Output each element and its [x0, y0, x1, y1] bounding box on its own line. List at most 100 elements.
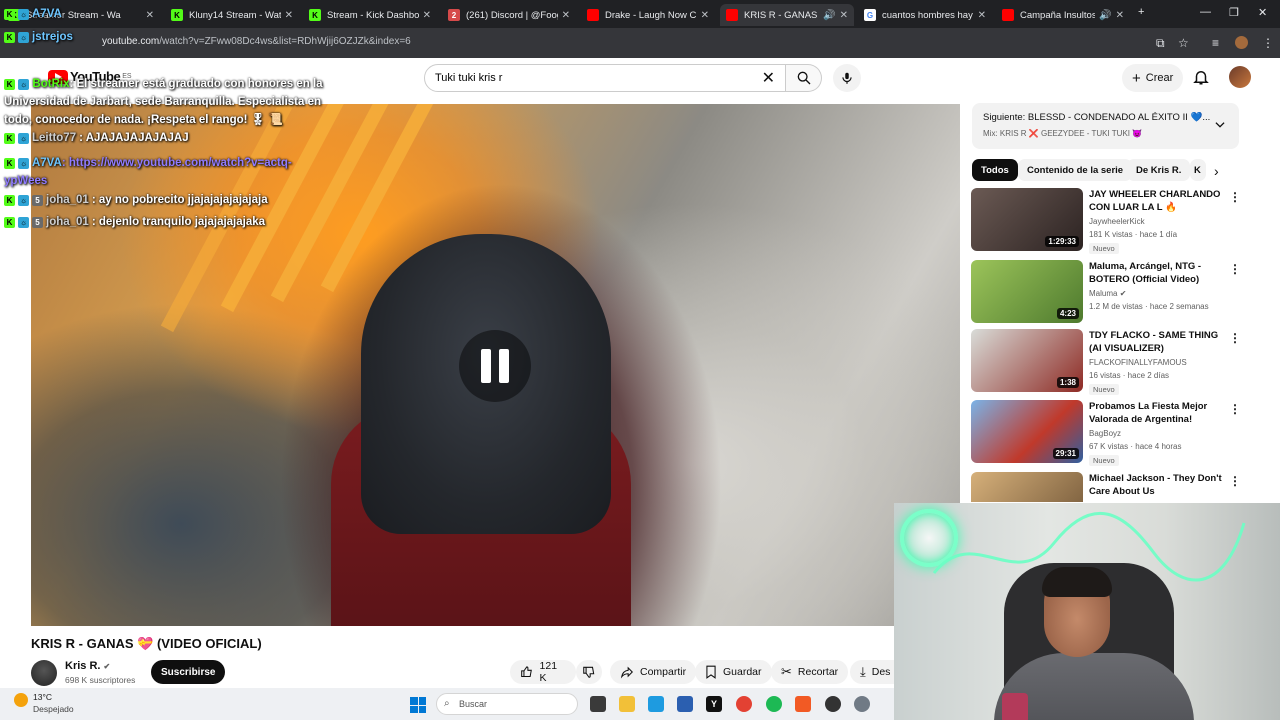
menu-dots-icon[interactable]: ⋮	[1262, 36, 1274, 50]
chevron-right-icon[interactable]: ›	[1214, 163, 1219, 179]
close-tab-icon[interactable]: ✕	[146, 10, 154, 21]
edge-icon[interactable]	[648, 696, 664, 712]
save-button[interactable]: Guardar	[695, 660, 772, 684]
new-badge: Nuevo	[1089, 384, 1119, 395]
chip-todos[interactable]: Todos	[972, 159, 1018, 181]
close-window-icon[interactable]: ✕	[1258, 6, 1267, 19]
new-tab-icon[interactable]: +	[1138, 6, 1144, 18]
download-label: Des	[871, 666, 891, 678]
browser-tab[interactable]: Campaña Insultos - Y 🔊 ✕	[996, 4, 1130, 26]
taskbar-search-placeholder: Buscar	[459, 699, 488, 709]
voice-search-button[interactable]	[833, 64, 861, 92]
clear-search-icon[interactable]: ✕	[762, 68, 775, 88]
more-options-icon[interactable]: ⋮	[1229, 402, 1241, 416]
video-meta: 1.2 M de vistas · hace 2 semanas	[1089, 302, 1209, 311]
next-video-title: Siguiente: BLESSD - CONDENADO AL ÉXITO I…	[983, 112, 1211, 123]
maximize-icon[interactable]: ❐	[1229, 6, 1239, 19]
recommended-video[interactable]: Michael Jackson - They Don't Care About …	[971, 472, 1241, 502]
pause-button[interactable]	[459, 330, 531, 402]
video-thumbnail[interactable]: 4:23	[971, 260, 1083, 323]
close-tab-icon[interactable]: ✕	[978, 10, 986, 21]
dislike-button[interactable]	[576, 660, 602, 684]
browser-tab-bar: K Streamer Stream - Wa ✕ K Kluny14 Strea…	[0, 0, 1280, 28]
recommended-video[interactable]: 1:38 TDY FLACKO - SAME THING (AI VISUALI…	[971, 329, 1241, 395]
recommended-video[interactable]: 4:23 Maluma, Arcángel, NTG - BOTERO (Off…	[971, 260, 1241, 324]
close-tab-icon[interactable]: ✕	[285, 10, 293, 21]
video-channel[interactable]: BagBoyz	[1089, 429, 1121, 438]
create-button[interactable]: + Crear	[1122, 64, 1184, 92]
bookmark-star-icon[interactable]: ☆	[1178, 36, 1189, 50]
video-thumbnail[interactable]: 1:38	[971, 329, 1083, 392]
search-input[interactable]	[435, 72, 756, 84]
video-channel[interactable]: JaywheelerKick	[1089, 217, 1145, 226]
video-title[interactable]: JAY WHEELER CHARLANDO CON LUAR LA L 🔥 CO…	[1089, 188, 1225, 215]
chip-series-content[interactable]: Contenido de la serie	[1018, 159, 1133, 181]
taskbar-search[interactable]: ⌕ Buscar	[436, 693, 578, 715]
recommended-video[interactable]: 29:31 Probamos La Fiesta Mejor Valorada …	[971, 400, 1241, 466]
browser-tab[interactable]: 2 (261) Discord | @Fooger ✕	[442, 4, 576, 26]
obs-icon[interactable]	[825, 696, 841, 712]
download-button[interactable]: ⤓ Des	[850, 660, 901, 684]
browser-tab[interactable]: Drake - Laugh Now Cry L ✕	[581, 4, 715, 26]
notifications-button[interactable]	[1192, 68, 1210, 91]
settings-gear-icon[interactable]	[854, 696, 870, 712]
chat-message: K ☼ Leitto77 : AJAJAJAJAJAJAJ	[4, 132, 189, 144]
close-tab-icon[interactable]: ✕	[1116, 10, 1124, 21]
more-options-icon[interactable]: ⋮	[1229, 190, 1241, 204]
video-title[interactable]: TDY FLACKO - SAME THING (AI VISUALIZER)	[1089, 329, 1225, 355]
url-field[interactable]: youtube.com/watch?v=ZFww08Dc4ws&list=RDh…	[102, 36, 411, 47]
chat-message: K ☼ jstrejos	[4, 31, 73, 43]
chrome-icon[interactable]	[736, 696, 752, 712]
browser-tab[interactable]: G cuantos hombres hay en ✕	[858, 4, 992, 26]
channel-avatar[interactable]	[31, 660, 57, 686]
spotify-icon[interactable]	[766, 696, 782, 712]
reading-list-icon[interactable]: ≡	[1212, 36, 1219, 50]
video-title[interactable]: Maluma, Arcángel, NTG - BOTERO (Official…	[1089, 260, 1225, 286]
minimize-icon[interactable]: —	[1200, 6, 1211, 18]
url-path: /watch?v=ZFww08Dc4ws&list=RDhWjij6OZJZk&…	[159, 36, 411, 47]
cast-icon[interactable]: ⧉	[1156, 36, 1165, 51]
more-options-icon[interactable]: ⋮	[1229, 474, 1241, 488]
windows-start-icon[interactable]	[410, 697, 426, 713]
account-avatar[interactable]	[1229, 66, 1251, 88]
video-thumbnail[interactable]: 1:29:33	[971, 188, 1083, 251]
share-button[interactable]: Compartir	[610, 660, 697, 684]
channel-name[interactable]: Kris R. ✔	[65, 660, 110, 672]
video-title: KRIS R - GANAS 💝 (VIDEO OFICIAL)	[31, 636, 262, 651]
close-tab-icon[interactable]: ✕	[701, 10, 709, 21]
close-tab-icon[interactable]: ✕	[423, 10, 431, 21]
weather-moon-icon[interactable]	[14, 693, 28, 707]
video-thumbnail[interactable]: 29:31	[971, 400, 1083, 463]
browser-tab[interactable]: K Kluny14 Stream - Watch L ✕	[165, 4, 299, 26]
app-y-icon[interactable]: Y	[706, 696, 722, 712]
more-options-icon[interactable]: ⋮	[1229, 331, 1241, 345]
save-label: Guardar	[723, 666, 762, 678]
browser-tab[interactable]: K Stream - Kick Dashboard ✕	[303, 4, 437, 26]
close-tab-icon[interactable]: ✕	[840, 10, 848, 21]
video-channel[interactable]: FLACKOFINALLYFAMOUS	[1089, 358, 1187, 367]
chip-from-channel[interactable]: De Kris R.	[1127, 159, 1191, 181]
chat-text: : dejenlo tranquilo jajajajajajaka	[91, 216, 266, 228]
video-channel[interactable]: Maluma ✔	[1089, 289, 1126, 298]
profile-avatar-icon[interactable]	[1235, 36, 1248, 49]
more-options-icon[interactable]: ⋮	[1229, 262, 1241, 276]
recommended-video[interactable]: 1:29:33 JAY WHEELER CHARLANDO CON LUAR L…	[971, 188, 1241, 254]
video-title[interactable]: Probamos La Fiesta Mejor Valorada de Arg…	[1089, 400, 1225, 426]
video-title[interactable]: Michael Jackson - They Don't Care About …	[1089, 472, 1225, 498]
speaker-icon[interactable]: 🔊	[823, 10, 835, 21]
search-button[interactable]	[786, 64, 822, 92]
chip-more[interactable]: K	[1190, 159, 1206, 181]
close-tab-icon[interactable]: ✕	[562, 10, 570, 21]
playlist-next-card[interactable]: Siguiente: BLESSD - CONDENADO AL ÉXITO I…	[972, 103, 1239, 149]
clip-button[interactable]: ✂ Recortar	[771, 660, 849, 684]
video-thumbnail[interactable]	[971, 472, 1083, 502]
file-explorer-icon[interactable]	[619, 696, 635, 712]
task-view-icon[interactable]	[590, 696, 606, 712]
subscribe-button[interactable]: Suscribirse	[151, 660, 226, 684]
brave-icon[interactable]	[795, 696, 811, 712]
browser-tab-active[interactable]: KRIS R - GANAS 💝 ( 🔊 ✕	[720, 4, 854, 26]
store-icon[interactable]	[677, 696, 693, 712]
like-button[interactable]: 121 K	[510, 660, 576, 684]
chevron-down-icon[interactable]	[1213, 118, 1227, 132]
speaker-icon[interactable]: 🔊	[1099, 10, 1111, 21]
